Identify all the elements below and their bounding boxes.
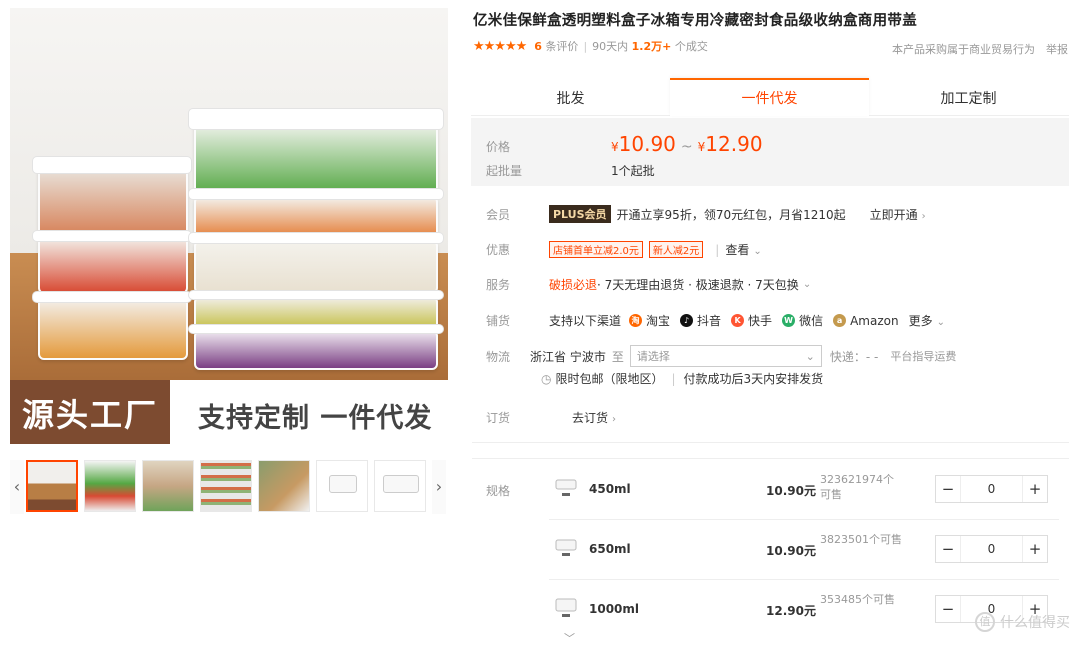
channel-douyin[interactable]: ♪ 抖音 <box>680 312 721 329</box>
increase-button[interactable]: + <box>1023 540 1047 558</box>
quantity-input[interactable]: 0 <box>960 476 1023 502</box>
container-lid <box>32 291 192 303</box>
divider <box>472 458 1069 459</box>
price-box: 价格 ¥10.90 ~ ¥12.90 起批量 1个起批 <box>471 118 1069 186</box>
promo-view-link[interactable]: 查看 ⌄ <box>725 241 761 258</box>
chevron-down-icon[interactable]: ⌄ <box>803 279 811 290</box>
min-order-value: 1个起批 <box>611 164 655 178</box>
divider <box>472 442 1069 443</box>
logistics-row: 物流 浙江省 宁波市 至 请选择 ⌄ 快递：- - 平台指导运费 <box>486 345 956 367</box>
thumbnail-5[interactable] <box>258 460 310 512</box>
spec-row: 450ml 10.90元 323621974个可售 − 0 + <box>549 462 1059 520</box>
tab-customize[interactable]: 加工定制 <box>869 78 1068 116</box>
decrease-button[interactable]: − <box>936 540 960 558</box>
member-text: 开通立享95折，领70元红包，月省1210起 <box>616 207 846 222</box>
container-lid <box>188 290 444 300</box>
channel-wechat[interactable]: W 微信 <box>782 312 823 329</box>
promo-row: 优惠 店铺首单立减2.0元 新人减2元 | 查看 ⌄ <box>486 241 762 258</box>
container-lid <box>188 188 444 200</box>
logistics-detail: ◷ 限时包邮（限地区） | 付款成功后3天内安排发货 <box>541 371 824 387</box>
chevron-right-icon[interactable]: › <box>432 460 446 514</box>
quantity-stepper: − 0 + <box>935 535 1048 563</box>
price-label: 价格 <box>486 140 511 154</box>
quantity-input[interactable]: 0 <box>960 536 1023 562</box>
plus-badge: PLUS会员 <box>549 205 611 223</box>
tab-wholesale[interactable]: 批发 <box>471 78 670 116</box>
tab-dropship[interactable]: 一件代发 <box>670 78 869 116</box>
ship-from: 浙江省 宁波市 <box>530 349 606 364</box>
member-row: 会员 PLUS会员 开通立享95折，领70元红包，月省1210起 立即开通 › <box>486 205 926 223</box>
container-lid <box>32 156 192 174</box>
thumbnail-4[interactable] <box>200 460 252 512</box>
rating-row: ★★★★★ 6 条评价 | 90天内 1.2万+ 个成交 <box>473 38 708 54</box>
clock-icon: ◷ <box>541 371 552 386</box>
watermark: 值 什么值得买 <box>975 612 1070 632</box>
region-select[interactable]: 请选择 ⌄ <box>629 345 822 367</box>
min-order-label: 起批量 <box>486 164 523 178</box>
wechat-icon: W <box>782 314 796 327</box>
thumbnail-strip: ‹ › <box>10 460 448 514</box>
container-meat <box>38 166 188 236</box>
spec-thumbnail <box>553 474 579 500</box>
increase-button[interactable]: + <box>1023 480 1047 498</box>
amazon-icon: a <box>833 314 847 327</box>
channels-more[interactable]: 更多 ⌄ <box>909 312 945 329</box>
douyin-icon: ♪ <box>680 314 694 327</box>
factory-tag: 源头工厂 <box>22 396 159 434</box>
container-carrot <box>38 298 188 360</box>
kuaishou-icon: K <box>731 314 745 327</box>
container-lid <box>188 232 444 244</box>
purchase-tabs: 批发 一件代发 加工定制 <box>471 78 1069 116</box>
sales-count: 90天内 1.2万+ 个成交 <box>592 40 708 53</box>
spec-thumbnail <box>553 594 579 620</box>
container-lid <box>188 324 444 334</box>
spec-thumbnail <box>553 534 579 560</box>
decrease-button[interactable]: − <box>936 600 960 618</box>
coupon-chip[interactable]: 新人减2元 <box>648 241 704 258</box>
chevron-down-icon: ⌄ <box>805 349 815 363</box>
thumbnail-2[interactable] <box>84 460 136 512</box>
coupon-chip[interactable]: 店铺首单立减2.0元 <box>549 241 643 258</box>
service-text: · 7天无理由退货 · 极速退款 · 7天包换 <box>597 278 799 292</box>
container-tomato <box>38 236 188 294</box>
review-count[interactable]: 6 条评价 <box>534 38 578 54</box>
container-cabbage <box>194 330 438 370</box>
container-mushroom <box>194 240 438 294</box>
watermark-logo-icon: 值 <box>975 612 995 632</box>
thumbnail-3[interactable] <box>142 460 194 512</box>
report-link[interactable]: 举报 <box>1046 41 1068 57</box>
chevron-left-icon[interactable]: ‹ <box>10 460 24 514</box>
service-highlight: 破损必退 <box>549 278 598 292</box>
decrease-button[interactable]: − <box>936 480 960 498</box>
service-row: 服务 破损必退 · 7天无理由退货 · 极速退款 · 7天包换 ⌄ <box>486 278 812 292</box>
member-open-link[interactable]: 立即开通 › <box>870 206 926 223</box>
product-title: 亿米佳保鲜盒透明塑料盒子冰箱专用冷藏密封食品级收纳盒商用带盖 <box>473 13 917 29</box>
product-main-image[interactable]: 源头工厂 支持定制 一件代发 <box>10 8 448 444</box>
expand-specs-icon[interactable]: ﹀ <box>564 630 575 646</box>
price-range: ¥10.90 ~ ¥12.90 <box>611 132 763 156</box>
channel-kuaishou[interactable]: K 快手 <box>731 312 772 329</box>
shipping-guide: 平台指导运费 <box>890 350 957 363</box>
container-greens <box>194 120 438 196</box>
promo-banner: 源头工厂 支持定制 一件代发 <box>10 380 448 444</box>
thumbnail-1[interactable] <box>26 460 78 512</box>
channel-amazon[interactable]: a Amazon <box>833 314 899 328</box>
star-rating-icon: ★★★★★ <box>473 38 527 54</box>
container-lid <box>188 108 444 130</box>
channels-row: 铺货 支持以下渠道 淘淘宝 ♪ 抖音 K 快手 W 微信 a Amazon 更多 ⌄ <box>486 312 945 329</box>
spec-label: 规格 <box>486 484 511 498</box>
thumbnail-6[interactable] <box>316 460 368 512</box>
spec-row: 650ml 10.90元 3823501个可售 − 0 + <box>549 522 1059 580</box>
go-order-link[interactable]: 去订货 › <box>572 409 616 426</box>
custom-tag: 支持定制 一件代发 <box>198 403 433 434</box>
channel-taobao[interactable]: 淘淘宝 <box>629 312 670 329</box>
order-row: 订货 去订货 › <box>486 409 617 426</box>
taobao-icon: 淘 <box>629 314 643 327</box>
trade-notice: 本产品采购属于商业贸易行为 <box>892 43 1035 56</box>
thumbnail-7[interactable] <box>374 460 426 512</box>
container-lid <box>32 230 192 242</box>
quantity-stepper: − 0 + <box>935 475 1048 503</box>
